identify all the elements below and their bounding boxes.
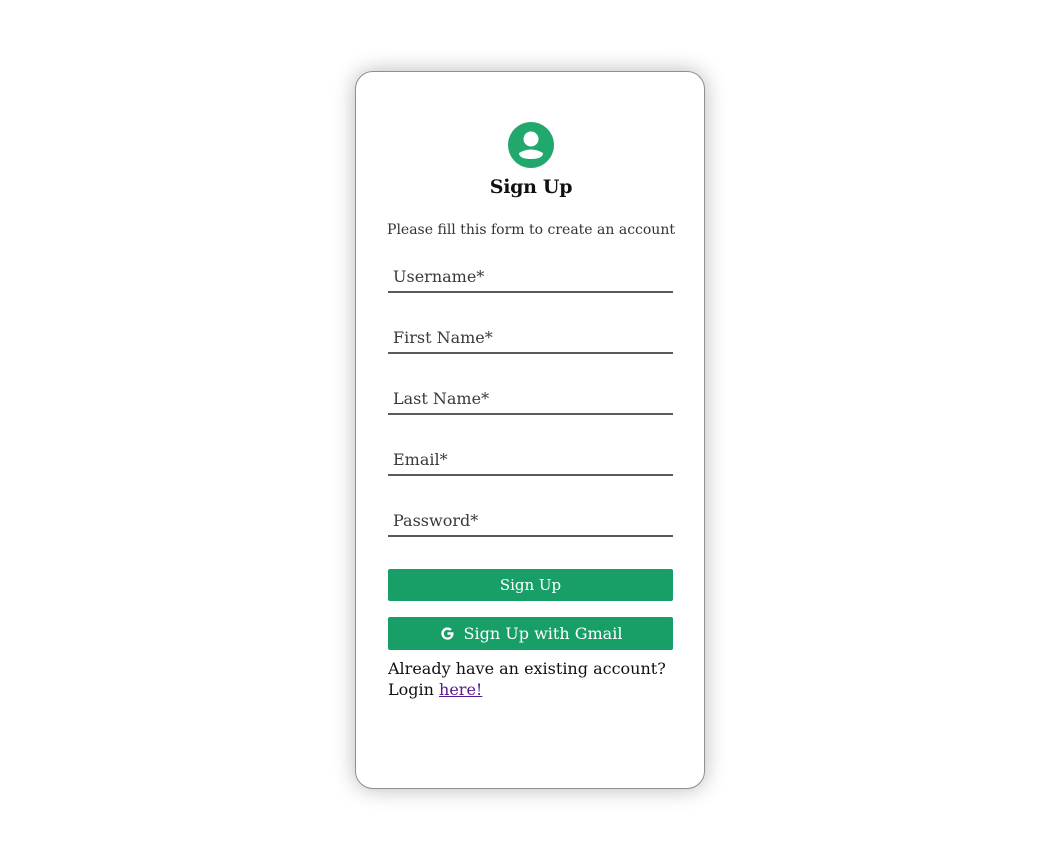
page-title: Sign Up [489, 176, 573, 198]
first-name-field[interactable] [388, 322, 673, 354]
signup-button[interactable]: Sign Up [388, 569, 673, 601]
last-name-field[interactable] [388, 383, 673, 415]
signup-button-label: Sign Up [499, 576, 562, 594]
username-field[interactable] [388, 261, 673, 293]
login-line: Login here! [388, 679, 678, 700]
login-prompt: Already have an existing account? Login … [388, 658, 678, 700]
google-icon [440, 627, 454, 640]
email-field[interactable] [388, 444, 673, 476]
password-field[interactable] [388, 505, 673, 537]
signup-gmail-label: Sign Up with Gmail [463, 624, 623, 643]
existing-account-text: Already have an existing account? [388, 659, 666, 678]
login-prefix: Login [388, 680, 434, 699]
form-subtitle: Please fill this form to create an accou… [387, 222, 675, 238]
signup-card: Sign Up Please fill this form to create … [355, 71, 705, 789]
signup-gmail-button[interactable]: Sign Up with Gmail [388, 617, 673, 650]
login-link[interactable]: here! [439, 680, 482, 699]
user-avatar-icon [508, 122, 554, 168]
